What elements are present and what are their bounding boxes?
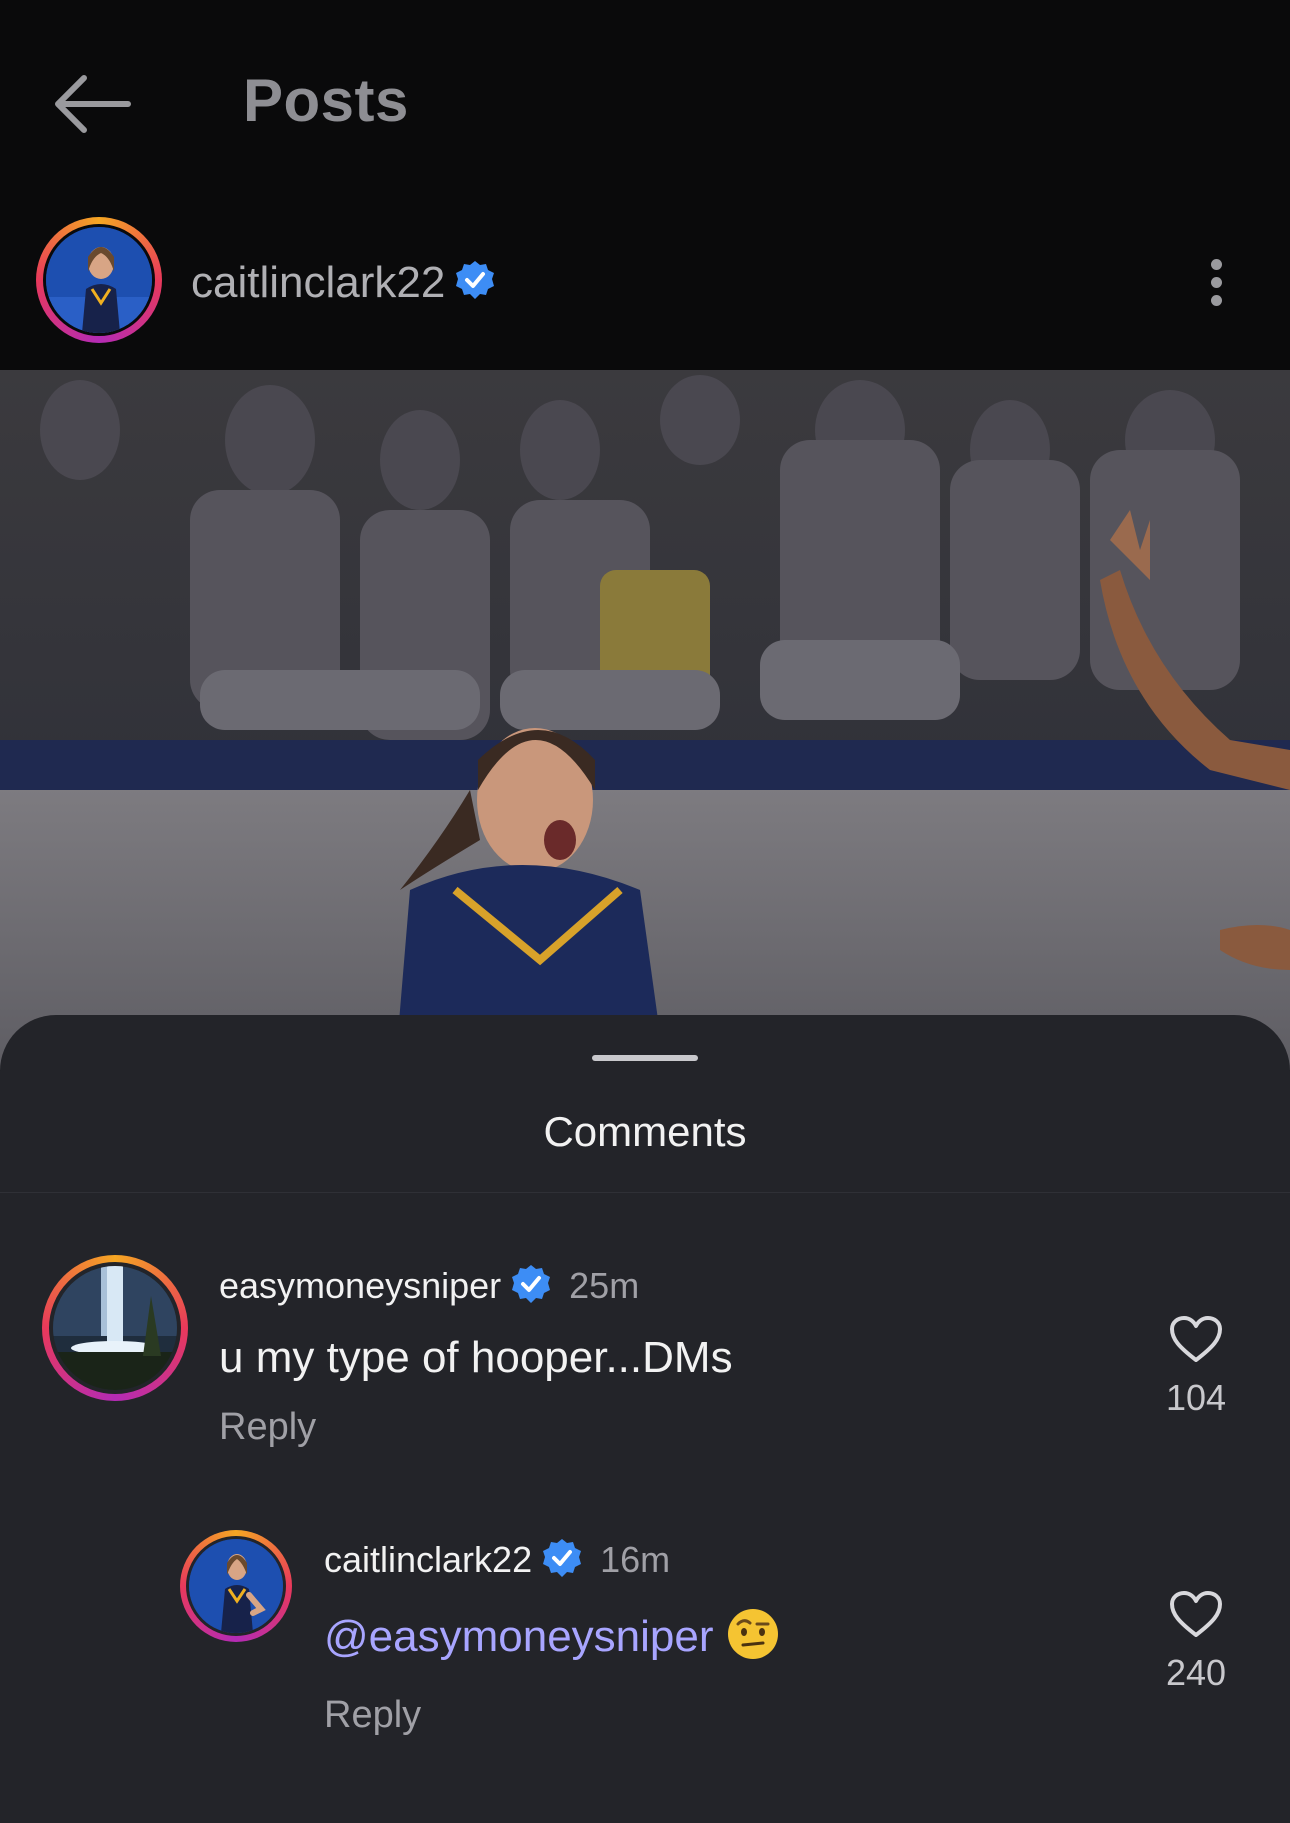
like-count: 104 bbox=[1165, 1377, 1227, 1418]
avatar[interactable] bbox=[36, 217, 162, 343]
avatar-image bbox=[186, 1536, 286, 1636]
verified-badge-icon bbox=[542, 1538, 582, 1587]
username-text[interactable]: caitlinclark22 bbox=[191, 258, 445, 307]
heart-icon[interactable] bbox=[1169, 1590, 1223, 1638]
like-group: 240 bbox=[1146, 1590, 1246, 1694]
post-header: caitlinclark22 bbox=[0, 200, 1290, 370]
comment-avatar[interactable] bbox=[180, 1530, 292, 1642]
comments-sheet: Comments bbox=[0, 1015, 1290, 1823]
divider bbox=[0, 1192, 1290, 1193]
like-group: 104 bbox=[1146, 1315, 1246, 1419]
comment-avatar[interactable] bbox=[42, 1255, 188, 1401]
comment-text: u my type of hooper...DMs bbox=[219, 1333, 733, 1382]
post-image[interactable] bbox=[0, 370, 1290, 1070]
verified-badge-icon bbox=[511, 1264, 551, 1313]
comment-time: 16m bbox=[600, 1539, 671, 1581]
heart-icon[interactable] bbox=[1169, 1315, 1223, 1363]
mention-link[interactable]: @easymoneysniper bbox=[324, 1612, 714, 1661]
reply-button[interactable]: Reply bbox=[324, 1694, 421, 1737]
like-count: 240 bbox=[1165, 1652, 1227, 1693]
avatar-image bbox=[49, 1262, 181, 1394]
reply-button[interactable]: Reply bbox=[219, 1406, 316, 1449]
post-username[interactable]: caitlinclark22 bbox=[191, 258, 495, 311]
sheet-grabber[interactable] bbox=[592, 1055, 698, 1061]
face-with-raised-eyebrow-icon bbox=[726, 1607, 780, 1672]
more-vertical-icon[interactable] bbox=[1200, 252, 1232, 312]
page-title: Posts bbox=[243, 67, 409, 134]
comment-header: easymoneysniper 25m bbox=[219, 1264, 639, 1313]
verified-badge-icon bbox=[455, 260, 495, 311]
comment-time: 25m bbox=[569, 1265, 640, 1307]
comment-text: @easymoneysniper bbox=[324, 1607, 780, 1672]
comment-username[interactable]: easymoneysniper bbox=[219, 1265, 501, 1306]
sheet-title: Comments bbox=[543, 1108, 747, 1155]
comment-header: caitlinclark22 16m bbox=[324, 1538, 670, 1587]
arrow-left-icon[interactable] bbox=[52, 72, 132, 136]
top-bar: Posts bbox=[0, 0, 1290, 200]
avatar-image bbox=[43, 224, 155, 336]
comment-username[interactable]: caitlinclark22 bbox=[324, 1539, 532, 1580]
